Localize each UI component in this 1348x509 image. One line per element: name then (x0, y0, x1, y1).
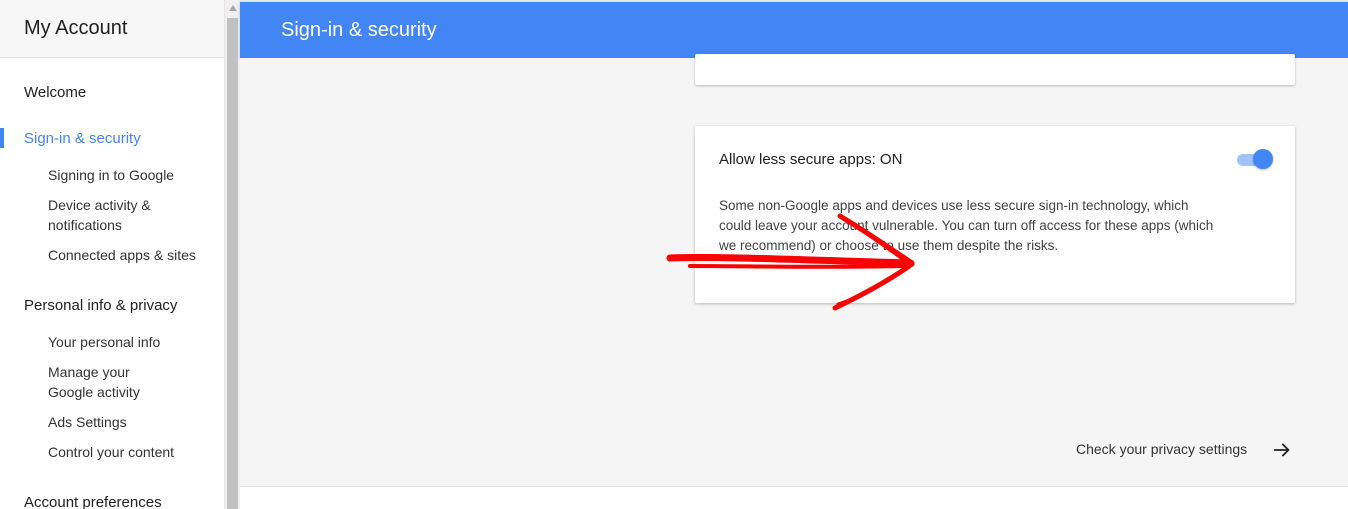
bottom-panel (240, 486, 1348, 509)
sidebar-title: My Account (0, 0, 224, 58)
nav-account-preferences[interactable]: Account preferences (0, 494, 224, 509)
nav-manage-activity[interactable]: Manage your Google activity (0, 362, 170, 402)
scroll-thumb[interactable] (227, 18, 238, 509)
nav-sign-in-security[interactable]: Sign-in & security (0, 130, 224, 147)
page-title: Sign-in & security (281, 18, 437, 41)
nav-ads-settings[interactable]: Ads Settings (0, 412, 224, 432)
less-secure-apps-card: Allow less secure apps: ON Some non-Goog… (695, 126, 1295, 303)
previous-card (695, 54, 1295, 85)
card-description: Some non-Google apps and devices use les… (719, 198, 1214, 253)
nav-connected-apps[interactable]: Connected apps & sites (0, 245, 224, 265)
nav-signing-in-to-google[interactable]: Signing in to Google (0, 165, 224, 185)
card-title: Allow less secure apps: ON (719, 151, 903, 168)
sidebar: My Account Welcome Sign-in & security Si… (0, 0, 224, 509)
scroll-up-arrow-icon[interactable] (229, 5, 237, 11)
arrow-right-icon[interactable] (1271, 439, 1293, 461)
nav-personal-info-privacy[interactable]: Personal info & privacy (0, 297, 224, 314)
main-content: Allow less secure apps: ON Some non-Goog… (240, 54, 1348, 509)
nav-welcome[interactable]: Welcome (0, 84, 224, 101)
nav-device-activity[interactable]: Device activity & notifications (0, 195, 170, 235)
toggle-knob (1253, 149, 1273, 169)
nav-your-personal-info[interactable]: Your personal info (0, 332, 224, 352)
check-privacy-link[interactable]: Check your privacy settings (1076, 441, 1247, 457)
less-secure-apps-toggle[interactable] (1235, 149, 1273, 169)
sidebar-scrollbar[interactable] (224, 0, 240, 509)
page-header: Sign-in & security (240, 2, 1348, 58)
nav-control-content[interactable]: Control your content (0, 442, 224, 462)
